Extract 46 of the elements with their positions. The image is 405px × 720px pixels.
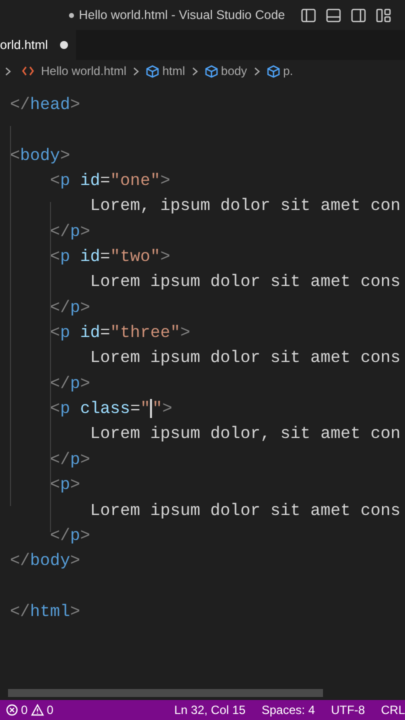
code-line: </p> bbox=[49, 298, 90, 320]
breadcrumb-item[interactable]: Hello world.html bbox=[41, 62, 126, 80]
toggle-secondary-sidebar-icon[interactable] bbox=[351, 8, 366, 22]
code-line: </head> bbox=[10, 95, 80, 117]
code-line: </html> bbox=[10, 602, 80, 624]
code-line: </p> bbox=[49, 450, 90, 472]
code-line: <p id="three"> bbox=[49, 323, 190, 346]
error-icon bbox=[6, 704, 18, 716]
cube-icon bbox=[205, 64, 218, 78]
code-line: <p> bbox=[49, 475, 80, 498]
chevron-icon bbox=[5, 66, 11, 76]
warning-count[interactable]: 0 bbox=[46, 701, 54, 719]
chevron-icon bbox=[133, 66, 140, 76]
code-line: <p class=""> bbox=[49, 398, 172, 422]
code-line: </p> bbox=[49, 222, 90, 244]
code-line: <p id="two"> bbox=[49, 247, 170, 270]
toggle-panel-icon[interactable] bbox=[326, 8, 341, 22]
toggle-sidebar-icon[interactable] bbox=[301, 8, 316, 22]
chevron-icon bbox=[192, 66, 198, 76]
code-line: </p> bbox=[49, 526, 90, 548]
code-line: <p id="one"> bbox=[49, 171, 170, 194]
editor-tab[interactable]: orld.html bbox=[0, 30, 76, 60]
code-line: Lorem, ipsum dolor sit amet con bbox=[89, 196, 401, 218]
chevron-icon bbox=[254, 66, 260, 76]
code-line: Lorem ipsum dolor, sit amet con bbox=[89, 424, 401, 446]
cube-icon bbox=[146, 64, 160, 78]
status-item[interactable]: UTF-8 bbox=[330, 701, 365, 719]
breadcrumb-item[interactable]: p. bbox=[283, 62, 294, 80]
code-line: </body> bbox=[10, 551, 80, 574]
code-line: Lorem ipsum dolor sit amet cons bbox=[89, 500, 401, 522]
status-item[interactable]: Spaces: 4 bbox=[262, 701, 315, 719]
status-item[interactable]: CRL bbox=[380, 701, 405, 719]
code-line: </p> bbox=[49, 374, 90, 396]
customize-layout-icon[interactable] bbox=[376, 8, 391, 22]
code-line: Lorem ipsum dolor sit amet cons bbox=[89, 348, 401, 370]
error-count[interactable]: 0 bbox=[21, 701, 28, 719]
scrollbar[interactable] bbox=[8, 689, 323, 697]
cube-icon bbox=[267, 64, 280, 78]
code-line: <body> bbox=[10, 146, 70, 168]
code-brackets-icon bbox=[22, 66, 34, 76]
status-item[interactable]: Ln 32, Col 15 bbox=[174, 701, 246, 719]
breadcrumb-item[interactable]: body bbox=[221, 62, 248, 80]
breadcrumb-item[interactable]: html bbox=[162, 62, 186, 80]
warning-icon bbox=[30, 704, 44, 716]
code-line: Lorem ipsum dolor sit amet cons bbox=[89, 272, 401, 294]
window-title: Hello world.html - Visual Studio Code bbox=[78, 6, 285, 24]
